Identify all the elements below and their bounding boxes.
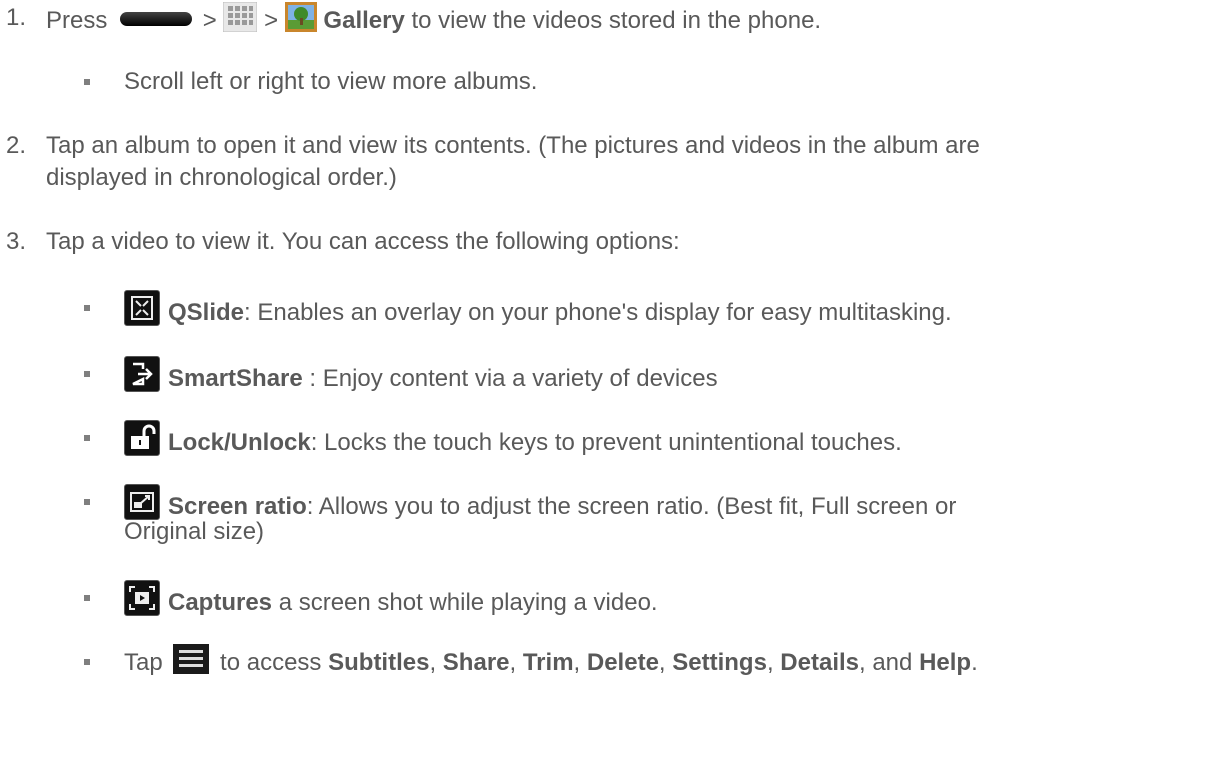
gallery-label: Gallery [323,7,405,34]
tap-word: Tap [124,649,163,676]
step-text: Tap a video to view it. You can access t… [46,228,680,255]
option-term: SmartShare [168,365,303,392]
smartshare-icon [124,356,160,392]
menu-icon [173,644,210,674]
option-desc: a screen shot while playing a video. [272,589,658,616]
option-desc: : Allows you to adjust the screen ratio.… [306,493,957,520]
and-word: , and [859,649,913,676]
period: . [971,649,978,676]
comma: , [509,649,517,676]
option-desc: Original size) [124,518,265,545]
step-text: Tap an album to open it and view its con… [46,132,980,159]
qslide-icon [124,290,160,326]
instruction-page: 1. Press > > Gallery to view the videos … [0,0,1214,780]
bullet-marker [84,595,90,601]
bullet-marker [84,305,90,311]
menu-item-share: Share [442,649,510,676]
to-access-text: to access [220,649,322,676]
bullet-marker [84,371,90,377]
step-text: displayed in chronological order.) [46,164,397,191]
bullet-marker [84,79,90,85]
step-rest: to view the videos stored in the phone. [411,7,822,34]
menu-item-trim: Trim [522,649,574,676]
separator: > [202,7,217,34]
lock-icon [124,420,160,456]
menu-item-settings: Settings [672,649,767,676]
comma: , [429,649,437,676]
menu-item-delete: Delete [586,649,659,676]
step-number: 1. [6,4,27,31]
capture-icon [124,580,160,616]
step-text: Press > > Gallery to view the videos sto… [46,2,821,37]
bullet-marker [84,435,90,441]
menu-key-icon [120,12,193,26]
comma: , [658,649,666,676]
comma: , [573,649,581,676]
option-desc: : Locks the touch keys to prevent uninte… [310,429,902,456]
option-desc: : Enables an overlay on your phone's dis… [244,299,952,326]
bullet-marker [84,499,90,505]
option-term: Lock/Unlock [168,429,311,456]
option-term: QSlide [168,299,245,326]
menu-item-subtitles: Subtitles [328,649,430,676]
menu-item-help: Help [919,649,972,676]
step-number: 2. [6,132,27,159]
option-term: Captures [168,589,273,616]
step-number: 3. [6,228,27,255]
apps-grid-icon [223,2,258,32]
option-desc: : Enjoy content via a variety of devices [302,365,718,392]
separator: > [264,7,279,34]
bullet-marker [84,659,90,665]
screen-ratio-icon [124,484,160,520]
comma: , [766,649,774,676]
menu-item-details: Details [780,649,859,676]
bullet-text: Scroll left or right to view more albums… [124,68,538,95]
gallery-icon [284,2,317,32]
press-word: Press [46,7,108,34]
